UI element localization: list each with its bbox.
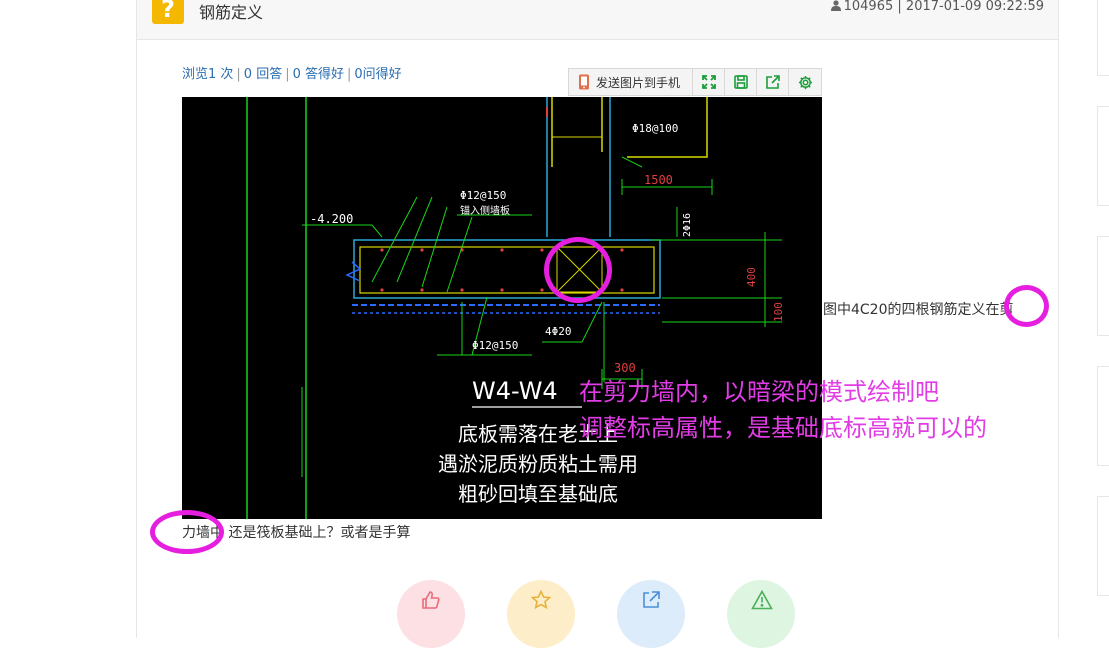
cad-dim-100: 100 xyxy=(772,302,785,322)
question-text-line-1: 图中4C20的四根钢筋定义在剪 xyxy=(823,302,1014,318)
favorite-button[interactable] xyxy=(507,580,575,648)
cad-drawing: -4.200 Φ18@100 1500 Φ12@150 锚入侧墙板 2Φ16 Φ… xyxy=(246,97,785,519)
question-header: ? 钢筋定义 104965 | 2017-01-09 09:22:59 xyxy=(137,0,1058,40)
phone-icon xyxy=(579,74,589,90)
post-datetime: 2017-01-09 09:22:59 xyxy=(905,0,1044,14)
user-icon xyxy=(830,0,841,11)
warning-icon xyxy=(751,590,773,610)
thumbs-up-icon xyxy=(422,591,440,609)
cad-rebar-4-label: 4Φ20 xyxy=(545,325,572,338)
right-rail-card xyxy=(1097,366,1109,466)
user-id[interactable]: 104965 xyxy=(844,0,894,14)
good-answers-count: 0 答得好 xyxy=(292,67,344,82)
cad-dim-1500: 1500 xyxy=(644,173,673,187)
image-toolbar: 发送图片到手机 xyxy=(568,68,822,96)
cad-rebar-side-label: 2Φ16 xyxy=(682,213,693,237)
meta-separator: | xyxy=(897,0,902,14)
highlight-circle-bottom-text xyxy=(150,510,224,554)
cad-elevation-label: -4.200 xyxy=(310,212,353,226)
image-settings-button[interactable] xyxy=(789,69,821,95)
share-image-button[interactable] xyxy=(757,69,789,95)
cad-rebar-top-label: Φ18@100 xyxy=(632,122,678,135)
answers-count[interactable]: 0 回答 xyxy=(244,67,282,82)
cad-drawing-image[interactable]: -4.200 Φ18@100 1500 Φ12@150 锚入侧墙板 2Φ16 Φ… xyxy=(182,97,822,519)
gear-icon xyxy=(798,75,812,89)
send-to-phone-label: 发送图片到手机 xyxy=(596,75,681,90)
annotation-line-2: 调整标高属性，是基础底标高就可以的 xyxy=(579,414,987,442)
fullscreen-button[interactable] xyxy=(693,69,725,95)
like-button[interactable] xyxy=(397,580,465,648)
expand-icon xyxy=(701,75,716,89)
good-questions-count: 0问得好 xyxy=(354,67,402,82)
annotation-line-1: 在剪力墙内，以暗梁的模式绘制吧 xyxy=(579,378,939,406)
highlight-circle-drawing xyxy=(544,237,612,303)
right-rail-card xyxy=(1097,0,1109,76)
cad-note-line-2: 遇淤泥质粉质粘土需用 xyxy=(438,452,638,476)
cad-note-line-3: 粗砂回填至基础底 xyxy=(458,482,618,506)
question-title: 钢筋定义 xyxy=(199,3,264,22)
share-button[interactable] xyxy=(617,580,685,648)
right-rail-card xyxy=(1097,106,1109,206)
share-icon xyxy=(643,591,660,608)
cad-dim-400: 400 xyxy=(745,267,758,287)
cad-section-label: W4-W4 xyxy=(472,377,558,405)
star-icon xyxy=(531,590,551,610)
views-count: 浏览1 次 xyxy=(182,67,234,82)
save-icon xyxy=(733,75,748,89)
right-rail-card xyxy=(1097,236,1109,336)
cad-rebar-wall-label: Φ12@150 xyxy=(460,189,506,202)
cad-anchor-note: 锚入侧墙板 xyxy=(460,204,510,217)
save-image-button[interactable] xyxy=(725,69,757,95)
question-mark-icon: ? xyxy=(152,0,184,24)
share-out-icon xyxy=(765,75,780,89)
send-to-phone-button[interactable]: 发送图片到手机 xyxy=(569,69,693,95)
question-stats: 浏览1 次 | 0 回答 | 0 答得好 | 0问得好 xyxy=(182,67,402,82)
cad-rebar-bottom-label: Φ12@150 xyxy=(472,339,518,352)
highlight-circle-side-text xyxy=(1004,285,1049,327)
right-rail-card xyxy=(1097,496,1109,596)
report-button[interactable] xyxy=(727,580,795,648)
cad-dim-300: 300 xyxy=(614,361,636,375)
question-meta: 104965 | 2017-01-09 09:22:59 xyxy=(830,0,1044,14)
